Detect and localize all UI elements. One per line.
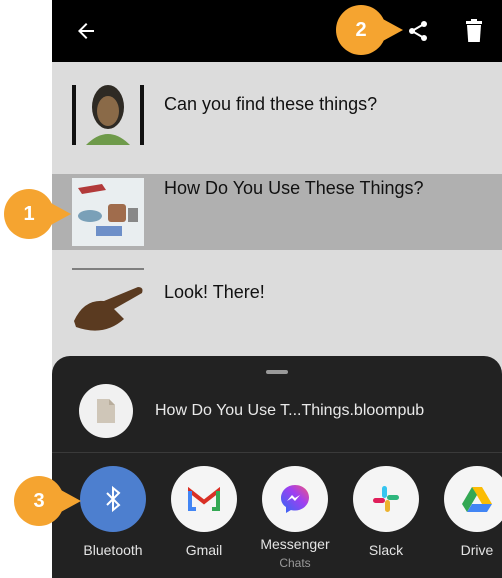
book-title: Look! There! [164,282,265,302]
bluetooth-icon [80,466,146,532]
back-arrow-icon[interactable] [70,15,102,47]
share-target-drive[interactable]: Drive [431,466,502,576]
divider [52,452,502,453]
drive-icon [444,466,502,532]
gmail-icon [171,466,237,532]
share-target-messenger[interactable]: Messenger Chats [249,466,341,576]
share-target-sublabel: Chats [279,556,311,570]
book-thumbnail [72,178,144,246]
callout-marker-1: 1 [4,189,71,239]
share-target-label: Bluetooth [83,542,143,558]
share-sheet: How Do You Use T...Things.bloompub Bluet… [52,356,502,578]
book-list-item[interactable]: Can you find these things? [52,72,502,148]
book-list-item[interactable]: Look! There! [52,260,502,350]
callout-marker-3: 3 [14,476,81,526]
share-target-label: Gmail [185,542,223,558]
book-title: How Do You Use These Things? [164,178,424,198]
book-list-item-selected[interactable]: How Do You Use These Things? [52,174,502,250]
book-thumbnail [72,267,144,350]
drag-handle[interactable] [266,370,288,374]
file-icon [79,384,133,438]
shared-file-name: How Do You Use T...Things.bloompub [155,402,425,419]
phone-screen: Can you find these things? How Do You Us… [52,0,502,578]
top-app-bar [52,0,502,62]
book-title: Can you find these things? [164,94,378,114]
share-target-gmail[interactable]: Gmail [158,466,250,576]
callout-marker-2: 2 [336,5,403,55]
share-target-label: Slack [368,542,404,558]
share-target-label: Drive [460,542,494,558]
share-target-slack[interactable]: Slack [340,466,432,576]
share-target-bluetooth[interactable]: Bluetooth [67,466,159,576]
slack-icon [353,466,419,532]
share-target-label: Messenger [260,536,330,552]
share-icon[interactable] [402,15,434,47]
book-thumbnail [72,79,144,147]
delete-icon[interactable] [458,15,490,47]
messenger-icon [262,466,328,532]
